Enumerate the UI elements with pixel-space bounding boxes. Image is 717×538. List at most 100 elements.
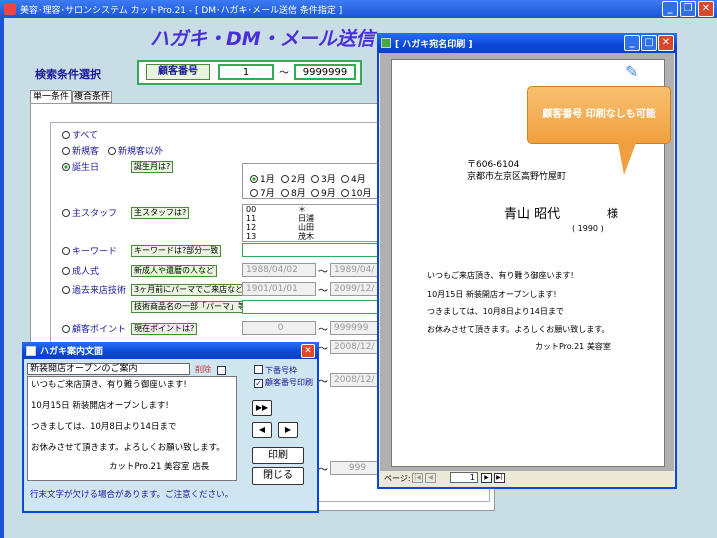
month-2[interactable]: 2月 bbox=[281, 172, 306, 185]
radio-keyword[interactable]: キーワード bbox=[62, 244, 117, 257]
coming-to-input[interactable]: 1989/04/ bbox=[330, 263, 382, 277]
month-8[interactable]: 8月 bbox=[281, 186, 306, 199]
search-field-label[interactable]: 顧客番号 bbox=[146, 64, 210, 80]
postcard-line: いつもご来店頂き、有り難う御座います! bbox=[31, 380, 187, 390]
postcard-body-text[interactable]: いつもご来店頂き、有り難う御座います! 10月15日 新装開店オープンします! … bbox=[27, 376, 237, 481]
product-input[interactable] bbox=[242, 300, 382, 314]
close-dialog-button[interactable]: 閉じる bbox=[252, 467, 304, 485]
list-item[interactable]: 12 山田 bbox=[246, 223, 381, 232]
preview-window-icon bbox=[381, 38, 391, 48]
preview-close-button[interactable]: ✕ bbox=[658, 35, 674, 51]
page-number-input[interactable]: 1 bbox=[450, 472, 478, 483]
past-tilde: 〜 bbox=[318, 286, 328, 297]
date2-input[interactable]: 2008/12/ bbox=[330, 340, 382, 354]
radio-not-new[interactable]: 新規客以外 bbox=[108, 144, 163, 157]
radio-new[interactable]: 新規客 bbox=[62, 144, 99, 157]
postcard-heading-input[interactable]: 新装開店オープンのご案内 bbox=[27, 363, 190, 375]
bottom-tilde: 〜 bbox=[318, 465, 328, 476]
radio-all[interactable]: すべて bbox=[62, 128, 98, 141]
keyword-input[interactable] bbox=[242, 243, 382, 257]
list-item[interactable]: 13 茂木 bbox=[246, 232, 381, 241]
past-visit-hint: 3ヶ月前にパーマでご来店など bbox=[131, 284, 247, 296]
coming-tilde: 〜 bbox=[318, 267, 328, 278]
radio-points[interactable]: 顧客ポイント bbox=[62, 322, 126, 335]
month-3[interactable]: 3月 bbox=[311, 172, 336, 185]
month-1-label: 1月 bbox=[260, 175, 275, 185]
preview-minimize-button[interactable]: _ bbox=[624, 35, 640, 51]
radio-staff[interactable]: 主スタッフ bbox=[62, 206, 117, 219]
play-button[interactable]: ▶▶ bbox=[252, 400, 272, 416]
month-2-label: 2月 bbox=[291, 175, 306, 185]
radio-past-visit-label: 過去来店技術 bbox=[72, 286, 127, 296]
radio-staff-label: 主スタッフ bbox=[72, 209, 118, 219]
staff-list[interactable]: 00 ＊ 11 日浦 12 山田 13 茂木 bbox=[242, 204, 382, 242]
radio-birthday[interactable]: 誕生日 bbox=[62, 160, 99, 173]
staff-hint: 主スタッフは? bbox=[131, 207, 190, 219]
month-1[interactable]: 1月 bbox=[250, 172, 275, 185]
past-to-input[interactable]: 2099/12/ bbox=[330, 282, 382, 296]
month-7[interactable]: 7月 bbox=[250, 186, 275, 199]
radio-past-visit[interactable]: 過去来店技術 bbox=[62, 283, 126, 296]
preview-maximize-button[interactable]: □ bbox=[641, 35, 657, 51]
preview-address: 京都市左京区高野竹屋町 bbox=[467, 172, 567, 182]
postcard-line: 10月15日 新装開店オープンします! bbox=[31, 401, 169, 411]
points-to-input[interactable]: 999999 bbox=[330, 321, 382, 335]
date3-tilde: 〜 bbox=[318, 377, 328, 388]
main-title: 美容･理容･サロンシステム カットPro.21 - [ DM･ハガキ･メール送信… bbox=[20, 5, 343, 16]
prev-page-button[interactable]: ◀ bbox=[425, 473, 436, 483]
staff-code: 12 bbox=[246, 223, 257, 232]
staff-code: 00 bbox=[246, 205, 257, 214]
staff-name: 茂木 bbox=[298, 232, 314, 241]
tab-single[interactable]: 単一条件 bbox=[30, 90, 72, 103]
page-label: ページ: bbox=[384, 474, 411, 483]
coming-from-input[interactable]: 1988/04/02 bbox=[242, 263, 316, 277]
points-tilde: 〜 bbox=[318, 325, 328, 336]
preview-line: つきましては、10月8日より14日まで bbox=[427, 307, 564, 316]
restore-button[interactable]: ❐ bbox=[680, 1, 696, 17]
postcard-line: つきましては、10月8日より14日まで bbox=[31, 422, 177, 432]
past-from-input[interactable]: 1901/01/01 bbox=[242, 282, 316, 296]
app-icon bbox=[4, 3, 16, 15]
minimize-button[interactable]: _ bbox=[662, 1, 678, 17]
close-button[interactable]: ✕ bbox=[698, 1, 714, 17]
staff-name: 日浦 bbox=[298, 214, 314, 223]
last-page-button[interactable]: ▶| bbox=[494, 473, 505, 483]
month-4[interactable]: 4月 bbox=[341, 172, 366, 185]
month-9[interactable]: 9月 bbox=[311, 186, 336, 199]
staff-name: 山田 bbox=[298, 223, 314, 232]
search-to-input[interactable]: 9999999 bbox=[294, 64, 356, 80]
month-7-label: 7月 bbox=[260, 189, 275, 199]
keyword-hint: キーワードは?部分一致 bbox=[131, 245, 222, 257]
tab-multi[interactable]: 複合条件 bbox=[72, 91, 112, 103]
month-10[interactable]: 10月 bbox=[341, 186, 371, 199]
date2-tilde: 〜 bbox=[318, 344, 328, 355]
option-fold[interactable]: 下番号枠 bbox=[254, 365, 297, 376]
preview-number: ( 1990 ) bbox=[572, 224, 604, 233]
first-page-button[interactable]: |◀ bbox=[412, 473, 423, 483]
list-item[interactable]: 00 ＊ bbox=[246, 205, 381, 214]
postcard-delete-label[interactable]: 削除 bbox=[195, 364, 211, 375]
product-hint: 技術商品名の一部「パーマ」等 bbox=[131, 301, 249, 313]
date3-input[interactable]: 2008/12/ bbox=[330, 373, 382, 387]
pen-icon: ✎ bbox=[625, 62, 639, 81]
preview-title: [ ハガキ宛名印刷 ] bbox=[395, 39, 473, 50]
option-print-number[interactable]: ✓ 顧客番号印刷 bbox=[254, 377, 313, 388]
points-from-input[interactable]: 0 bbox=[242, 321, 316, 335]
list-item[interactable]: 11 日浦 bbox=[246, 214, 381, 223]
postcard-title: ハガキ案内文面 bbox=[40, 347, 104, 357]
month-4-label: 4月 bbox=[351, 175, 366, 185]
prev-button[interactable]: ◀ bbox=[252, 422, 272, 438]
postcard-delete-checkbox[interactable] bbox=[217, 366, 226, 375]
postcard-close-button[interactable]: ✕ bbox=[301, 344, 315, 358]
preview-name: 青山 昭代 bbox=[504, 207, 561, 222]
main-title-bar: 美容･理容･サロンシステム カットPro.21 - [ DM･ハガキ･メール送信… bbox=[0, 0, 717, 18]
next-button[interactable]: ▶ bbox=[278, 422, 298, 438]
left-border bbox=[0, 18, 4, 538]
bottom-value-input[interactable]: 999 bbox=[330, 461, 382, 475]
print-button[interactable]: 印刷 bbox=[252, 447, 304, 464]
preview-line: 10月15日 新装開店オープンします! bbox=[427, 290, 557, 299]
radio-coming-of-age[interactable]: 成人式 bbox=[62, 264, 99, 277]
next-page-button[interactable]: ▶ bbox=[481, 473, 492, 483]
staff-name: ＊ bbox=[298, 205, 306, 214]
search-from-input[interactable]: 1 bbox=[218, 64, 274, 80]
